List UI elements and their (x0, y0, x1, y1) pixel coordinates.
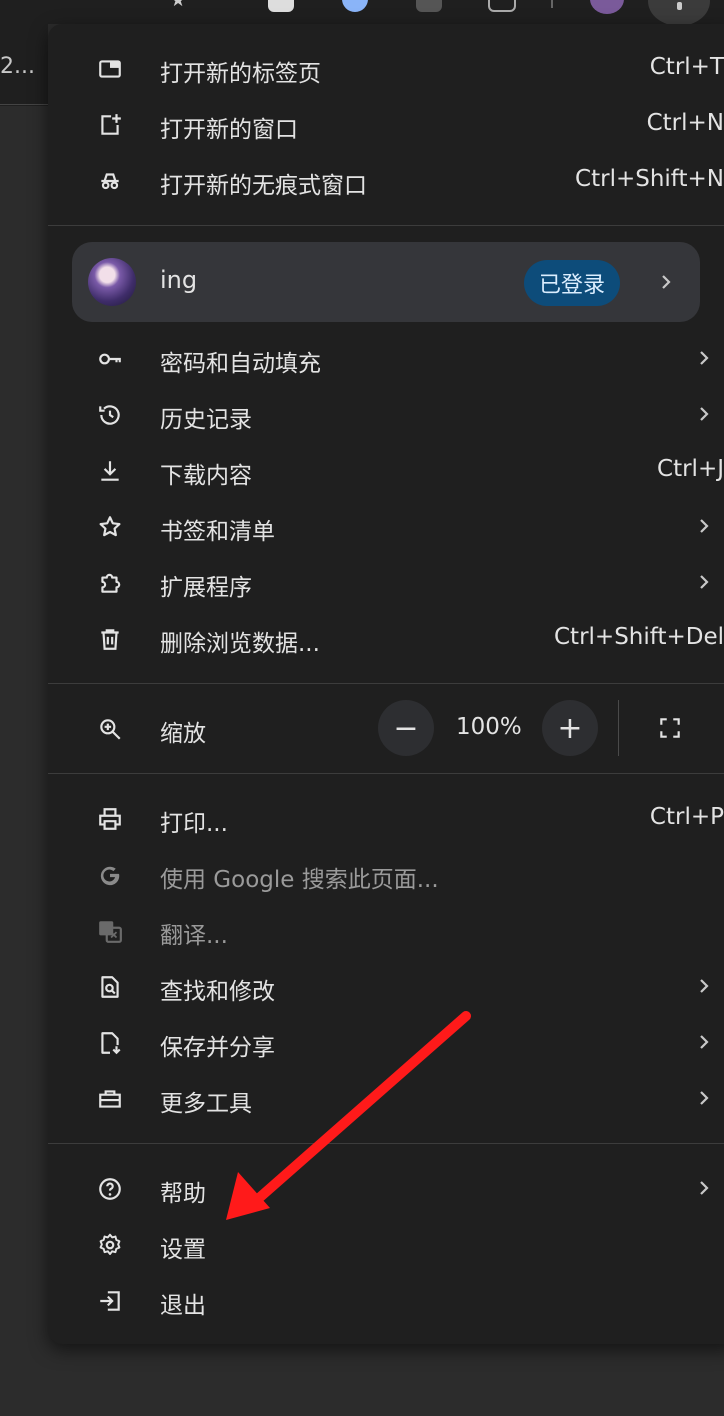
profile-row[interactable]: ing 已登录 (72, 242, 700, 322)
menu-item-print[interactable]: 打印... Ctrl+P (48, 791, 724, 847)
avatar (88, 258, 136, 306)
menu-item-find-edit[interactable]: 查找和修改 (48, 959, 724, 1015)
shortcut-text: Ctrl+J (657, 456, 724, 482)
divider (48, 773, 724, 774)
menu-item-label: 扩展程序 (160, 575, 252, 601)
menu-item-label: 帮助 (160, 1181, 206, 1207)
menu-item-label: 打开新的无痕式窗口 (160, 173, 367, 199)
menu-item-passwords[interactable]: 密码和自动填充 (48, 331, 724, 387)
menu-item-label: 翻译... (160, 923, 228, 949)
menu-item-new-window[interactable]: 打开新的窗口 Ctrl+N (48, 97, 724, 153)
menu-item-save-share[interactable]: 保存并分享 (48, 1015, 724, 1071)
menu-item-label: 书签和清单 (160, 519, 275, 545)
chevron-right-icon (700, 351, 709, 365)
zoom-in-button[interactable]: + (542, 700, 598, 756)
translate-icon (96, 917, 124, 945)
profile-name: ing (160, 266, 198, 294)
zoom-icon (96, 715, 124, 743)
chevron-right-icon (700, 407, 709, 421)
save-page-icon (96, 1029, 124, 1057)
fullscreen-button[interactable] (642, 700, 698, 756)
shortcut-text: Ctrl+N (646, 110, 724, 136)
menu-item-bookmarks[interactable]: 书签和清单 (48, 499, 724, 555)
menu-item-label: 使用 Google 搜索此页面... (160, 867, 439, 893)
find-in-page-icon (96, 973, 124, 1001)
gear-icon (96, 1231, 124, 1259)
side-panel-icon[interactable] (488, 0, 516, 12)
incognito-icon (96, 167, 124, 195)
menu-item-history[interactable]: 历史记录 (48, 387, 724, 443)
menu-item-label: 退出 (160, 1293, 206, 1319)
bookmark-star-icon[interactable]: ★ (170, 0, 186, 11)
menu-item-clear-data[interactable]: 删除浏览数据... Ctrl+Shift+Del (48, 611, 724, 667)
menu-item-label: 打印... (160, 811, 228, 837)
menu-item-new-tab[interactable]: 打开新的标签页 Ctrl+T (48, 41, 724, 97)
menu-item-label: 设置 (160, 1237, 206, 1263)
help-icon (96, 1175, 124, 1203)
key-icon (96, 345, 124, 373)
history-icon (96, 401, 124, 429)
chevron-right-icon (700, 575, 709, 589)
extension-icon[interactable] (268, 0, 294, 12)
divider (48, 225, 724, 226)
zoom-out-button[interactable]: − (378, 700, 434, 756)
menu-item-label: 保存并分享 (160, 1035, 275, 1061)
toolbox-icon (96, 1085, 124, 1113)
shortcut-text: Ctrl+P (649, 804, 724, 830)
divider (48, 1143, 724, 1144)
menu-item-label: 密码和自动填充 (160, 351, 321, 377)
menu-item-label: 下载内容 (160, 463, 252, 489)
chevron-right-icon (700, 979, 709, 993)
menu-item-exit[interactable]: 退出 (48, 1273, 724, 1329)
signed-in-badge: 已登录 (524, 260, 620, 306)
browser-main-menu: 打开新的标签页 Ctrl+T 打开新的窗口 Ctrl+N 打开新的无痕式窗口 C… (48, 24, 724, 1344)
extension-icon[interactable] (416, 0, 442, 12)
shortcut-text: Ctrl+Shift+Del (554, 624, 724, 650)
new-tab-icon (96, 55, 124, 83)
menu-item-label: 打开新的窗口 (160, 117, 298, 143)
menu-item-label: 查找和修改 (160, 979, 275, 1005)
menu-item-label: 打开新的标签页 (160, 61, 321, 87)
chevron-right-icon (700, 1091, 709, 1105)
star-icon (96, 513, 124, 541)
menu-item-extensions[interactable]: 扩展程序 (48, 555, 724, 611)
puzzle-icon (96, 569, 124, 597)
printer-icon (96, 805, 124, 833)
browser-toolbar: ★ (0, 0, 724, 26)
exit-icon (96, 1287, 124, 1315)
menu-button[interactable] (648, 0, 710, 26)
toolbar-separator (551, 0, 553, 8)
zoom-level: 100% (456, 714, 522, 740)
chevron-right-icon (662, 275, 671, 289)
menu-item-google-search[interactable]: 使用 Google 搜索此页面... (48, 847, 724, 903)
page-tab-strip: 2... (0, 24, 48, 106)
shortcut-text: Ctrl+T (649, 54, 724, 80)
google-icon (96, 861, 124, 889)
tab-title[interactable]: 2... (0, 54, 35, 79)
chevron-right-icon (700, 519, 709, 533)
menu-item-translate[interactable]: 翻译... (48, 903, 724, 959)
profile-avatar-button[interactable] (590, 0, 624, 14)
chevron-right-icon (700, 1181, 709, 1195)
menu-item-label: 更多工具 (160, 1091, 252, 1117)
menu-item-settings[interactable]: 设置 (48, 1217, 724, 1273)
extension-icon[interactable] (342, 0, 368, 12)
new-window-icon (96, 111, 124, 139)
shortcut-text: Ctrl+Shift+N (575, 166, 724, 192)
divider (48, 683, 724, 684)
menu-item-label: 缩放 (160, 721, 206, 747)
menu-item-more-tools[interactable]: 更多工具 (48, 1071, 724, 1127)
download-icon (96, 457, 124, 485)
menu-item-label: 删除浏览数据... (160, 631, 320, 657)
divider (0, 104, 48, 105)
chevron-right-icon (700, 1035, 709, 1049)
menu-item-help[interactable]: 帮助 (48, 1161, 724, 1217)
menu-item-incognito[interactable]: 打开新的无痕式窗口 Ctrl+Shift+N (48, 153, 724, 209)
menu-item-label: 历史记录 (160, 407, 252, 433)
trash-icon (96, 625, 124, 653)
menu-item-downloads[interactable]: 下载内容 Ctrl+J (48, 443, 724, 499)
fullscreen-icon (660, 718, 680, 738)
divider (618, 700, 619, 756)
